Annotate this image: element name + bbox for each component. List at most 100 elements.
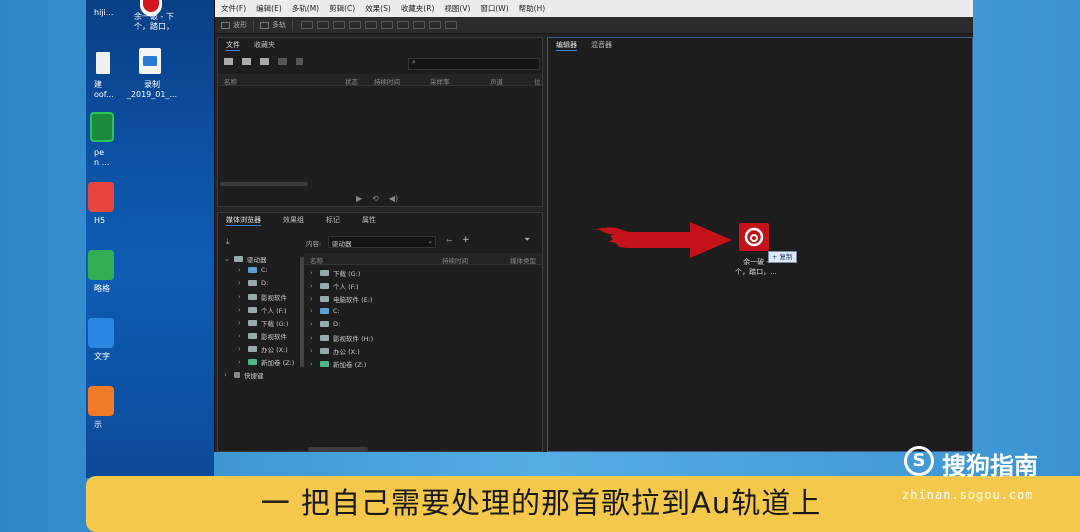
tree-shortcuts[interactable]: › 快捷键	[224, 370, 264, 380]
menu-file[interactable]: 文件(F)	[221, 3, 246, 14]
tab-favorites[interactable]: 收藏夹	[254, 40, 275, 50]
tree-scrollbar[interactable]	[300, 257, 304, 367]
open-file-icon[interactable]	[224, 58, 233, 65]
tree-item[interactable]: › 下载 (G:)	[238, 318, 288, 328]
col-duration[interactable]: 持续时间	[374, 76, 400, 86]
menu-effects[interactable]: 效果(S)	[365, 3, 391, 14]
menu-edit[interactable]: 编辑(E)	[256, 3, 282, 14]
content-select[interactable]: 驱动器 ⌄	[328, 236, 436, 248]
drive-row[interactable]: › 影视软件 (H:)	[310, 333, 373, 343]
files-hscrollbar[interactable]	[220, 182, 308, 186]
drive-icon	[320, 321, 329, 327]
new-file-icon[interactable]	[260, 58, 269, 65]
add-shortcut-icon[interactable]: +	[462, 235, 470, 245]
tree-item[interactable]: › C:	[238, 266, 268, 274]
marquee-icon[interactable]	[397, 21, 409, 29]
menu-multitrack[interactable]: 多轨(M)	[292, 3, 319, 14]
insert-icon[interactable]	[278, 58, 287, 65]
drive-row[interactable]: › 电脑软件 (E:)	[310, 294, 372, 304]
time-select-icon[interactable]	[381, 21, 393, 29]
red-app-icon[interactable]	[88, 182, 114, 212]
brush-icon[interactable]	[429, 21, 441, 29]
drive-icon	[320, 283, 329, 289]
browser-hscrollbar[interactable]	[308, 447, 368, 451]
play-icon[interactable]: ▶	[356, 194, 362, 203]
col-channels[interactable]: 声道	[490, 76, 503, 86]
orange-app-icon[interactable]	[88, 386, 114, 416]
menu-favorites[interactable]: 收藏夹(R)	[401, 3, 435, 14]
razor-tool-icon[interactable]	[349, 21, 361, 29]
tree-item[interactable]: › 个人 (F:)	[238, 305, 287, 315]
files-search-input[interactable]: ⌕	[408, 58, 540, 70]
desktop-label: H5	[94, 216, 106, 225]
lasso-icon[interactable]	[413, 21, 425, 29]
drive-row[interactable]: › 个人 (F:)	[310, 281, 359, 291]
blue-n-app-icon[interactable]	[88, 318, 114, 348]
drive-icon	[248, 280, 257, 286]
delete-icon[interactable]	[296, 58, 303, 65]
autoplay-icon[interactable]: ◀)	[389, 194, 398, 203]
filter-icon[interactable]: ⏷	[524, 235, 530, 245]
col-bits[interactable]: 位	[534, 76, 541, 86]
dragged-file-icon[interactable]	[739, 223, 769, 251]
tab-markers[interactable]: 标记	[326, 215, 340, 225]
tree-item[interactable]: › 影视软件	[238, 292, 287, 302]
back-icon[interactable]: ←	[446, 236, 453, 245]
waveform-icon	[221, 21, 230, 29]
files-transport: ▶ ⟲ ◀)	[356, 194, 398, 203]
download-icon[interactable]: ⤓	[226, 237, 230, 247]
loop-icon[interactable]: ⟲	[372, 194, 379, 203]
drive-row[interactable]: › C:	[310, 307, 340, 315]
desktop-label: 文字	[94, 352, 110, 361]
subtitle-text: 一 把自己需要处理的那首歌拉到Au轨道上	[260, 486, 822, 520]
menu-help[interactable]: 帮助(H)	[519, 3, 546, 14]
col-duration[interactable]: 持续时间	[442, 255, 468, 265]
menu-clip[interactable]: 剪辑(C)	[329, 3, 355, 14]
col-status[interactable]: 状态	[345, 76, 358, 86]
tree-item[interactable]: › 办公 (X:)	[238, 344, 288, 354]
tree-item[interactable]: › 影视软件	[238, 331, 287, 341]
col-name[interactable]: 名称	[224, 76, 237, 86]
drive-row[interactable]: › 新加卷 (Z:)	[310, 359, 366, 369]
tree-item[interactable]: › D:	[238, 279, 268, 287]
files-panel-tabs: 文件 收藏夹	[218, 38, 542, 52]
spectral-icon[interactable]	[301, 21, 313, 29]
menu-view[interactable]: 视图(V)	[444, 3, 470, 14]
tree-drives[interactable]: ⌄ 驱动器	[224, 254, 267, 264]
col-media-type[interactable]: 媒体类型	[510, 255, 536, 265]
import-icon[interactable]	[242, 58, 251, 65]
content-label: 内容:	[306, 240, 322, 248]
move-tool-icon[interactable]	[333, 21, 345, 29]
tab-editor[interactable]: 编辑器	[556, 40, 577, 51]
tab-mixer[interactable]: 混音器	[591, 40, 612, 50]
slip-tool-icon[interactable]	[365, 21, 377, 29]
tab-properties[interactable]: 属性	[362, 215, 376, 225]
pitch-icon[interactable]	[317, 21, 329, 29]
drive-row[interactable]: › 下载 (G:)	[310, 268, 360, 278]
col-name[interactable]: 名称	[310, 255, 323, 265]
spot-heal-icon[interactable]	[445, 21, 457, 29]
multitrack-button[interactable]: 多轨	[254, 19, 293, 31]
drive-icon	[248, 359, 257, 365]
drive-row[interactable]: › 办公 (X:)	[310, 346, 360, 356]
drive-icon	[248, 333, 257, 339]
multitrack-icon	[260, 21, 269, 29]
tab-files[interactable]: 文件	[226, 40, 240, 51]
browser-column-header: 名称 持续时间 媒体类型	[304, 253, 542, 265]
menu-window[interactable]: 窗口(W)	[480, 3, 508, 14]
green-app-icon[interactable]	[90, 112, 114, 142]
drive-row[interactable]: › D:	[310, 320, 340, 328]
waveform-button[interactable]: 波形	[215, 19, 254, 31]
tab-media-browser[interactable]: 媒体浏览器	[226, 215, 261, 226]
col-samplerate[interactable]: 采样率	[430, 76, 450, 86]
desktop-label: 示	[94, 420, 102, 429]
tree-item[interactable]: › 新加卷 (Z:)	[238, 357, 294, 367]
drive-icon	[320, 296, 329, 302]
green-s-app-icon[interactable]	[88, 250, 114, 280]
tab-effects-rack[interactable]: 效果组	[283, 215, 304, 225]
sogou-watermark: S 搜狗指南 zhinan.sogou.com	[902, 444, 1072, 504]
drag-arrow-icon	[592, 222, 732, 258]
doc-icon[interactable]	[96, 52, 110, 74]
video-file-icon[interactable]	[139, 48, 161, 74]
waveform-label: 波形	[233, 21, 247, 29]
